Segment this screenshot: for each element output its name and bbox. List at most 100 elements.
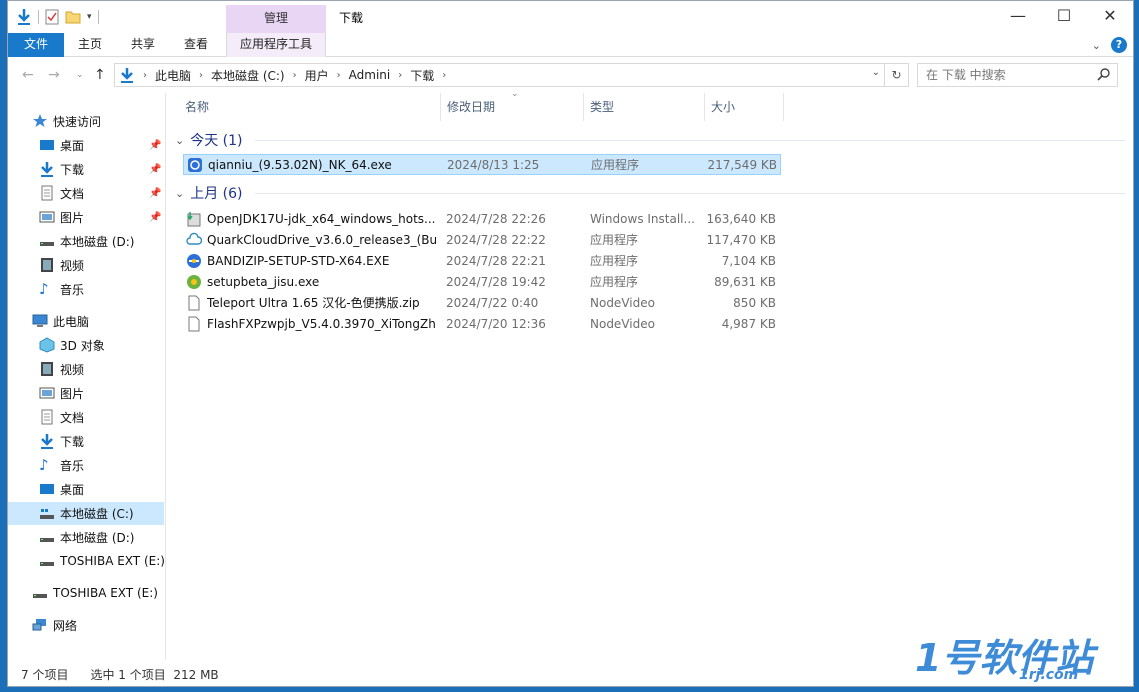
nav-quick-pictures[interactable]: 图片 📌	[39, 206, 165, 228]
document-icon	[188, 295, 200, 310]
file-date: 2024/7/28 19:42	[446, 274, 546, 289]
crumb-separator-icon[interactable]: ›	[394, 70, 406, 81]
crumb-separator-icon[interactable]: ›	[333, 70, 345, 81]
breadcrumb-drive-c[interactable]: 本地磁盘 (C:)	[207, 67, 289, 84]
forward-arrow-icon[interactable]: →	[48, 67, 60, 83]
selected-count: 选中 1 个项目	[90, 667, 166, 682]
maximize-button[interactable]: ☐	[1041, 1, 1087, 31]
file-name: OpenJDK17U-jdk_x64_windows_hots...	[207, 211, 436, 226]
nav-pc-music[interactable]: ♪ 音乐	[39, 454, 84, 476]
crumb-separator-icon[interactable]: ›	[289, 70, 301, 81]
group-header-today[interactable]: ⌄ 今天 (1)	[175, 130, 1125, 150]
help-icon[interactable]: ?	[1111, 37, 1127, 53]
nav-pc-drive-e[interactable]: TOSHIBA EXT (E:)	[39, 550, 165, 572]
nav-quick-documents[interactable]: 文档 📌	[39, 182, 165, 204]
chevron-down-icon: ⌄	[175, 133, 185, 147]
file-name: setupbeta_jisu.exe	[207, 274, 320, 289]
nav-quick-music[interactable]: ♪ 音乐	[39, 278, 84, 300]
file-row[interactable]: FlashFXPzwpjb_V5.4.0.3970_XiTongZh... 20…	[183, 313, 963, 334]
file-list-pane: 名称 修改日期 ⌄ 类型 大小 ⌄ 今天 (1) qianniu_(9.53.0…	[167, 89, 1133, 660]
file-row[interactable]: setupbeta_jisu.exe 2024/7/28 19:42 应用程序 …	[183, 271, 963, 292]
recent-locations-icon[interactable]: ⌄	[76, 70, 84, 80]
address-bar[interactable]: › 此电脑 › 本地磁盘 (C:) › 用户 › Admini › 下载 › ⌄…	[114, 63, 909, 87]
file-name-cell: qianniu_(9.53.02N)_NK_64.exe	[187, 157, 437, 173]
up-arrow-icon[interactable]: ↑	[94, 67, 106, 83]
file-row[interactable]: Teleport Ultra 1.65 汉化-色便携版.zip 2024/7/2…	[183, 292, 963, 313]
nav-pc-3d-objects[interactable]: 3D 对象	[39, 334, 105, 356]
tab-view[interactable]: 查看	[174, 33, 218, 57]
file-date: 2024/7/28 22:22	[446, 232, 546, 247]
crumb-separator-icon[interactable]: ›	[438, 70, 450, 81]
nav-quick-desktop[interactable]: 桌面 📌	[39, 134, 165, 156]
nav-label: 网络	[53, 618, 78, 633]
nav-quick-downloads[interactable]: 下载 📌	[39, 158, 165, 180]
bandizip-icon	[187, 253, 201, 268]
manage-context-tab[interactable]: 管理	[226, 5, 326, 33]
breadcrumb-admini[interactable]: Admini	[345, 68, 395, 82]
search-icon[interactable]	[1097, 67, 1111, 81]
nav-pc-drive-c[interactable]: 本地磁盘 (C:)	[8, 502, 164, 525]
address-dropdown-icon[interactable]: ⌄	[872, 67, 880, 78]
expand-ribbon-icon[interactable]: ⌄	[1092, 39, 1101, 52]
document-icon	[39, 185, 55, 201]
download-arrow-icon[interactable]	[16, 8, 32, 26]
file-type: NodeVideo	[590, 316, 655, 331]
video-icon	[39, 257, 55, 273]
nav-pc-desktop[interactable]: 桌面	[39, 478, 84, 500]
file-type: Windows Install...	[590, 211, 695, 226]
group-divider	[255, 193, 1125, 194]
sort-indicator-icon: ⌄	[511, 89, 519, 99]
column-header-size[interactable]: 大小	[705, 93, 783, 121]
properties-icon[interactable]	[45, 9, 59, 25]
nav-quick-drive-d[interactable]: 本地磁盘 (D:)	[39, 230, 134, 252]
breadcrumb-downloads[interactable]: 下载	[406, 67, 438, 84]
file-date: 2024/7/20 12:36	[446, 316, 546, 331]
breadcrumb-users[interactable]: 用户	[301, 67, 333, 84]
tab-app-tools[interactable]: 应用程序工具	[226, 33, 326, 57]
back-arrow-icon[interactable]: ←	[22, 67, 34, 83]
pin-icon: 📌	[149, 163, 162, 175]
column-header-type[interactable]: 类型	[584, 93, 704, 121]
nav-external-drive[interactable]: TOSHIBA EXT (E:)	[32, 582, 158, 604]
cube-icon	[39, 337, 55, 353]
drive-icon	[39, 529, 55, 545]
file-row[interactable]: QuarkCloudDrive_v3.6.0_release3_(Bu... 2…	[183, 229, 963, 250]
customize-qat-icon[interactable]: ▾	[87, 12, 92, 22]
file-row[interactable]: qianniu_(9.53.02N)_NK_64.exe 2024/8/13 1…	[183, 154, 781, 175]
refresh-icon[interactable]: ↻	[884, 64, 908, 86]
nav-quick-videos[interactable]: 视频	[39, 254, 84, 276]
search-box[interactable]: 在 下载 中搜索	[917, 63, 1118, 87]
nav-pc-videos[interactable]: 视频	[39, 358, 84, 380]
nav-this-pc[interactable]: 此电脑	[32, 310, 89, 332]
nav-pc-downloads[interactable]: 下载	[39, 430, 84, 452]
close-button[interactable]: ✕	[1087, 1, 1133, 31]
group-label: 今天 (1)	[190, 133, 243, 149]
file-row[interactable]: BANDIZIP-SETUP-STD-X64.EXE 2024/7/28 22:…	[183, 250, 963, 271]
minimize-button[interactable]: —	[995, 1, 1041, 31]
download-arrow-icon	[39, 161, 55, 177]
tab-file[interactable]: 文件	[8, 33, 64, 57]
crumb-separator-icon[interactable]: ›	[195, 70, 207, 81]
download-arrow-icon	[39, 433, 55, 449]
tab-home[interactable]: 主页	[68, 33, 112, 57]
nav-pc-pictures[interactable]: 图片	[39, 382, 84, 404]
crumb-separator-icon[interactable]: ›	[139, 70, 151, 81]
column-header-name[interactable]: 名称	[179, 93, 439, 121]
new-folder-icon[interactable]	[65, 10, 81, 24]
nav-label: 文档	[60, 410, 85, 425]
nav-pc-drive-d[interactable]: 本地磁盘 (D:)	[39, 526, 134, 548]
nav-pc-documents[interactable]: 文档	[39, 406, 84, 428]
nav-network[interactable]: 网络	[32, 614, 77, 636]
picture-icon	[39, 209, 55, 225]
file-size: 850 KB	[733, 295, 776, 310]
group-divider	[255, 140, 1125, 141]
file-name-cell: OpenJDK17U-jdk_x64_windows_hots...	[186, 211, 436, 227]
nav-label: 快速访问	[53, 114, 102, 129]
file-row[interactable]: OpenJDK17U-jdk_x64_windows_hots... 2024/…	[183, 208, 963, 229]
tab-share[interactable]: 共享	[121, 33, 165, 57]
group-header-last-month[interactable]: ⌄ 上月 (6)	[175, 183, 1125, 203]
file-size: 217,549 KB	[707, 157, 777, 172]
column-divider[interactable]	[783, 93, 784, 121]
breadcrumb-this-pc[interactable]: 此电脑	[151, 67, 195, 84]
nav-quick-access[interactable]: 快速访问	[32, 110, 101, 132]
